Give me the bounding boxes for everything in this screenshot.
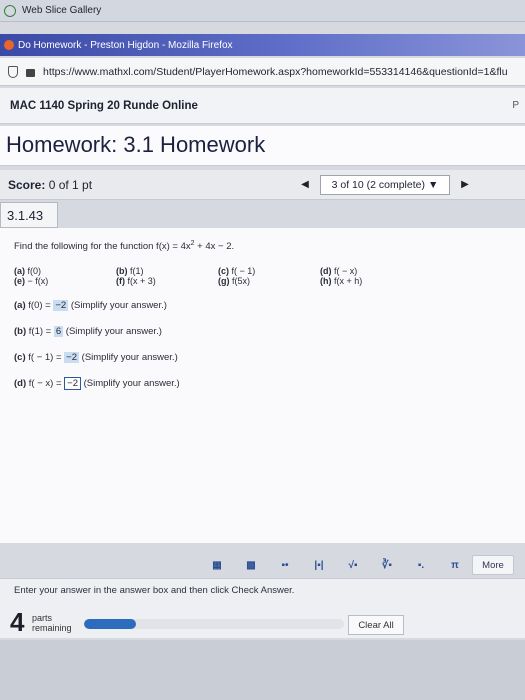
fraction-icon: ▦	[212, 559, 222, 571]
sqrt-button[interactable]: √▪	[336, 555, 370, 575]
bookmark-web-slice-gallery[interactable]: Web Slice Gallery	[22, 5, 101, 16]
globe-icon	[4, 4, 16, 17]
sqrt-icon: √▪	[348, 559, 358, 571]
mixed-number-icon: ▩	[246, 559, 256, 571]
question-number: 3.1.43	[0, 202, 58, 228]
subscript-button[interactable]: ▪.	[404, 555, 438, 575]
answer-d: (d) f( − x) = −2 (Simplify your answer.)	[14, 377, 180, 390]
triangle-left-icon: ◀	[301, 179, 309, 190]
firefox-icon	[4, 40, 14, 50]
exponent-button[interactable]: ▪•	[268, 555, 302, 575]
course-title: MAC 1140 Spring 20 Runde Online	[10, 99, 198, 112]
option-e: (e) − f(x)	[14, 276, 49, 286]
shield-icon[interactable]	[8, 65, 18, 78]
nth-root-button[interactable]: ∛▪	[370, 555, 404, 575]
clear-all-button[interactable]: Clear All	[348, 615, 404, 635]
option-f: (f) f(x + 3)	[116, 276, 156, 286]
caret-down-icon: ▼	[427, 178, 439, 191]
nth-root-icon: ∛▪	[382, 559, 392, 571]
lock-icon[interactable]	[26, 68, 35, 77]
answer-a-value[interactable]: −2	[53, 300, 69, 311]
previous-question-button[interactable]: ◀	[296, 176, 314, 194]
parts-remaining-label: parts remaining	[32, 613, 72, 633]
homework-title: Homework: 3.1 Homework	[0, 126, 525, 166]
prompt-text: Find the following for the function f(x)…	[14, 241, 191, 253]
course-header-right-text: P	[512, 100, 519, 111]
answer-c: (c) f( − 1) = −2 (Simplify your answer.)	[14, 352, 178, 363]
option-g: (g) f(5x)	[218, 276, 251, 286]
address-bar[interactable]: https://www.mathxl.com/Student/PlayerHom…	[0, 58, 525, 86]
bookmarks-bar: Web Slice Gallery	[0, 0, 525, 22]
answer-b: (b) f(1) = 6 (Simplify your answer.)	[14, 326, 162, 337]
answer-d-input[interactable]: −2	[64, 377, 81, 390]
score-bar: Score: 0 of 1 pt ◀ 3 of 10 (2 complete) …	[0, 170, 525, 200]
absolute-value-icon: |▪|	[314, 559, 324, 571]
question-selector-value: 3 of 10 (2 complete)	[331, 178, 425, 191]
triangle-right-icon: ▶	[461, 179, 469, 190]
progress-bar-fill	[84, 619, 136, 629]
parts-count: 4	[10, 607, 25, 637]
window-titlebar: Do Homework - Preston Higdon - Mozilla F…	[0, 34, 525, 56]
pi-icon: π	[451, 559, 459, 571]
absolute-value-button[interactable]: |▪|	[302, 555, 336, 575]
footer: Enter your answer in the answer box and …	[0, 578, 525, 638]
answer-b-value[interactable]: 6	[53, 326, 64, 337]
url-text[interactable]: https://www.mathxl.com/Student/PlayerHom…	[43, 66, 508, 78]
mixed-number-button[interactable]: ▩	[234, 555, 268, 575]
question-selector[interactable]: 3 of 10 (2 complete) ▼	[320, 174, 450, 195]
question-content: Find the following for the function f(x)…	[0, 228, 525, 543]
problem-prompt: Find the following for the function f(x)…	[14, 240, 234, 252]
pi-button[interactable]: π	[438, 555, 472, 575]
course-header: MAC 1140 Spring 20 Runde Online P	[0, 88, 525, 124]
score: Score: 0 of 1 pt	[0, 178, 296, 192]
option-h: (h) f(x + h)	[320, 276, 363, 286]
score-value: 0 of 1 pt	[48, 177, 93, 192]
answer-a: (a) f(0) = −2 (Simplify your answer.)	[14, 300, 167, 311]
subscript-icon: ▪.	[417, 559, 425, 571]
next-question-button[interactable]: ▶	[456, 176, 474, 194]
instruction-text: Enter your answer in the answer box and …	[14, 585, 295, 596]
prompt-text-end: + 4x − 2.	[194, 241, 235, 253]
score-label: Score:	[8, 177, 46, 192]
more-button[interactable]: More	[472, 555, 514, 575]
answer-c-value[interactable]: −2	[64, 352, 80, 363]
exponent-icon: ▪•	[281, 559, 289, 571]
window-title: Do Homework - Preston Higdon - Mozilla F…	[18, 39, 233, 51]
math-toolbar: ▦ ▩ ▪• |▪| √▪ ∛▪ ▪. π More	[200, 555, 525, 575]
fraction-button[interactable]: ▦	[200, 555, 234, 575]
page-background	[0, 640, 525, 700]
progress-bar	[84, 619, 344, 629]
